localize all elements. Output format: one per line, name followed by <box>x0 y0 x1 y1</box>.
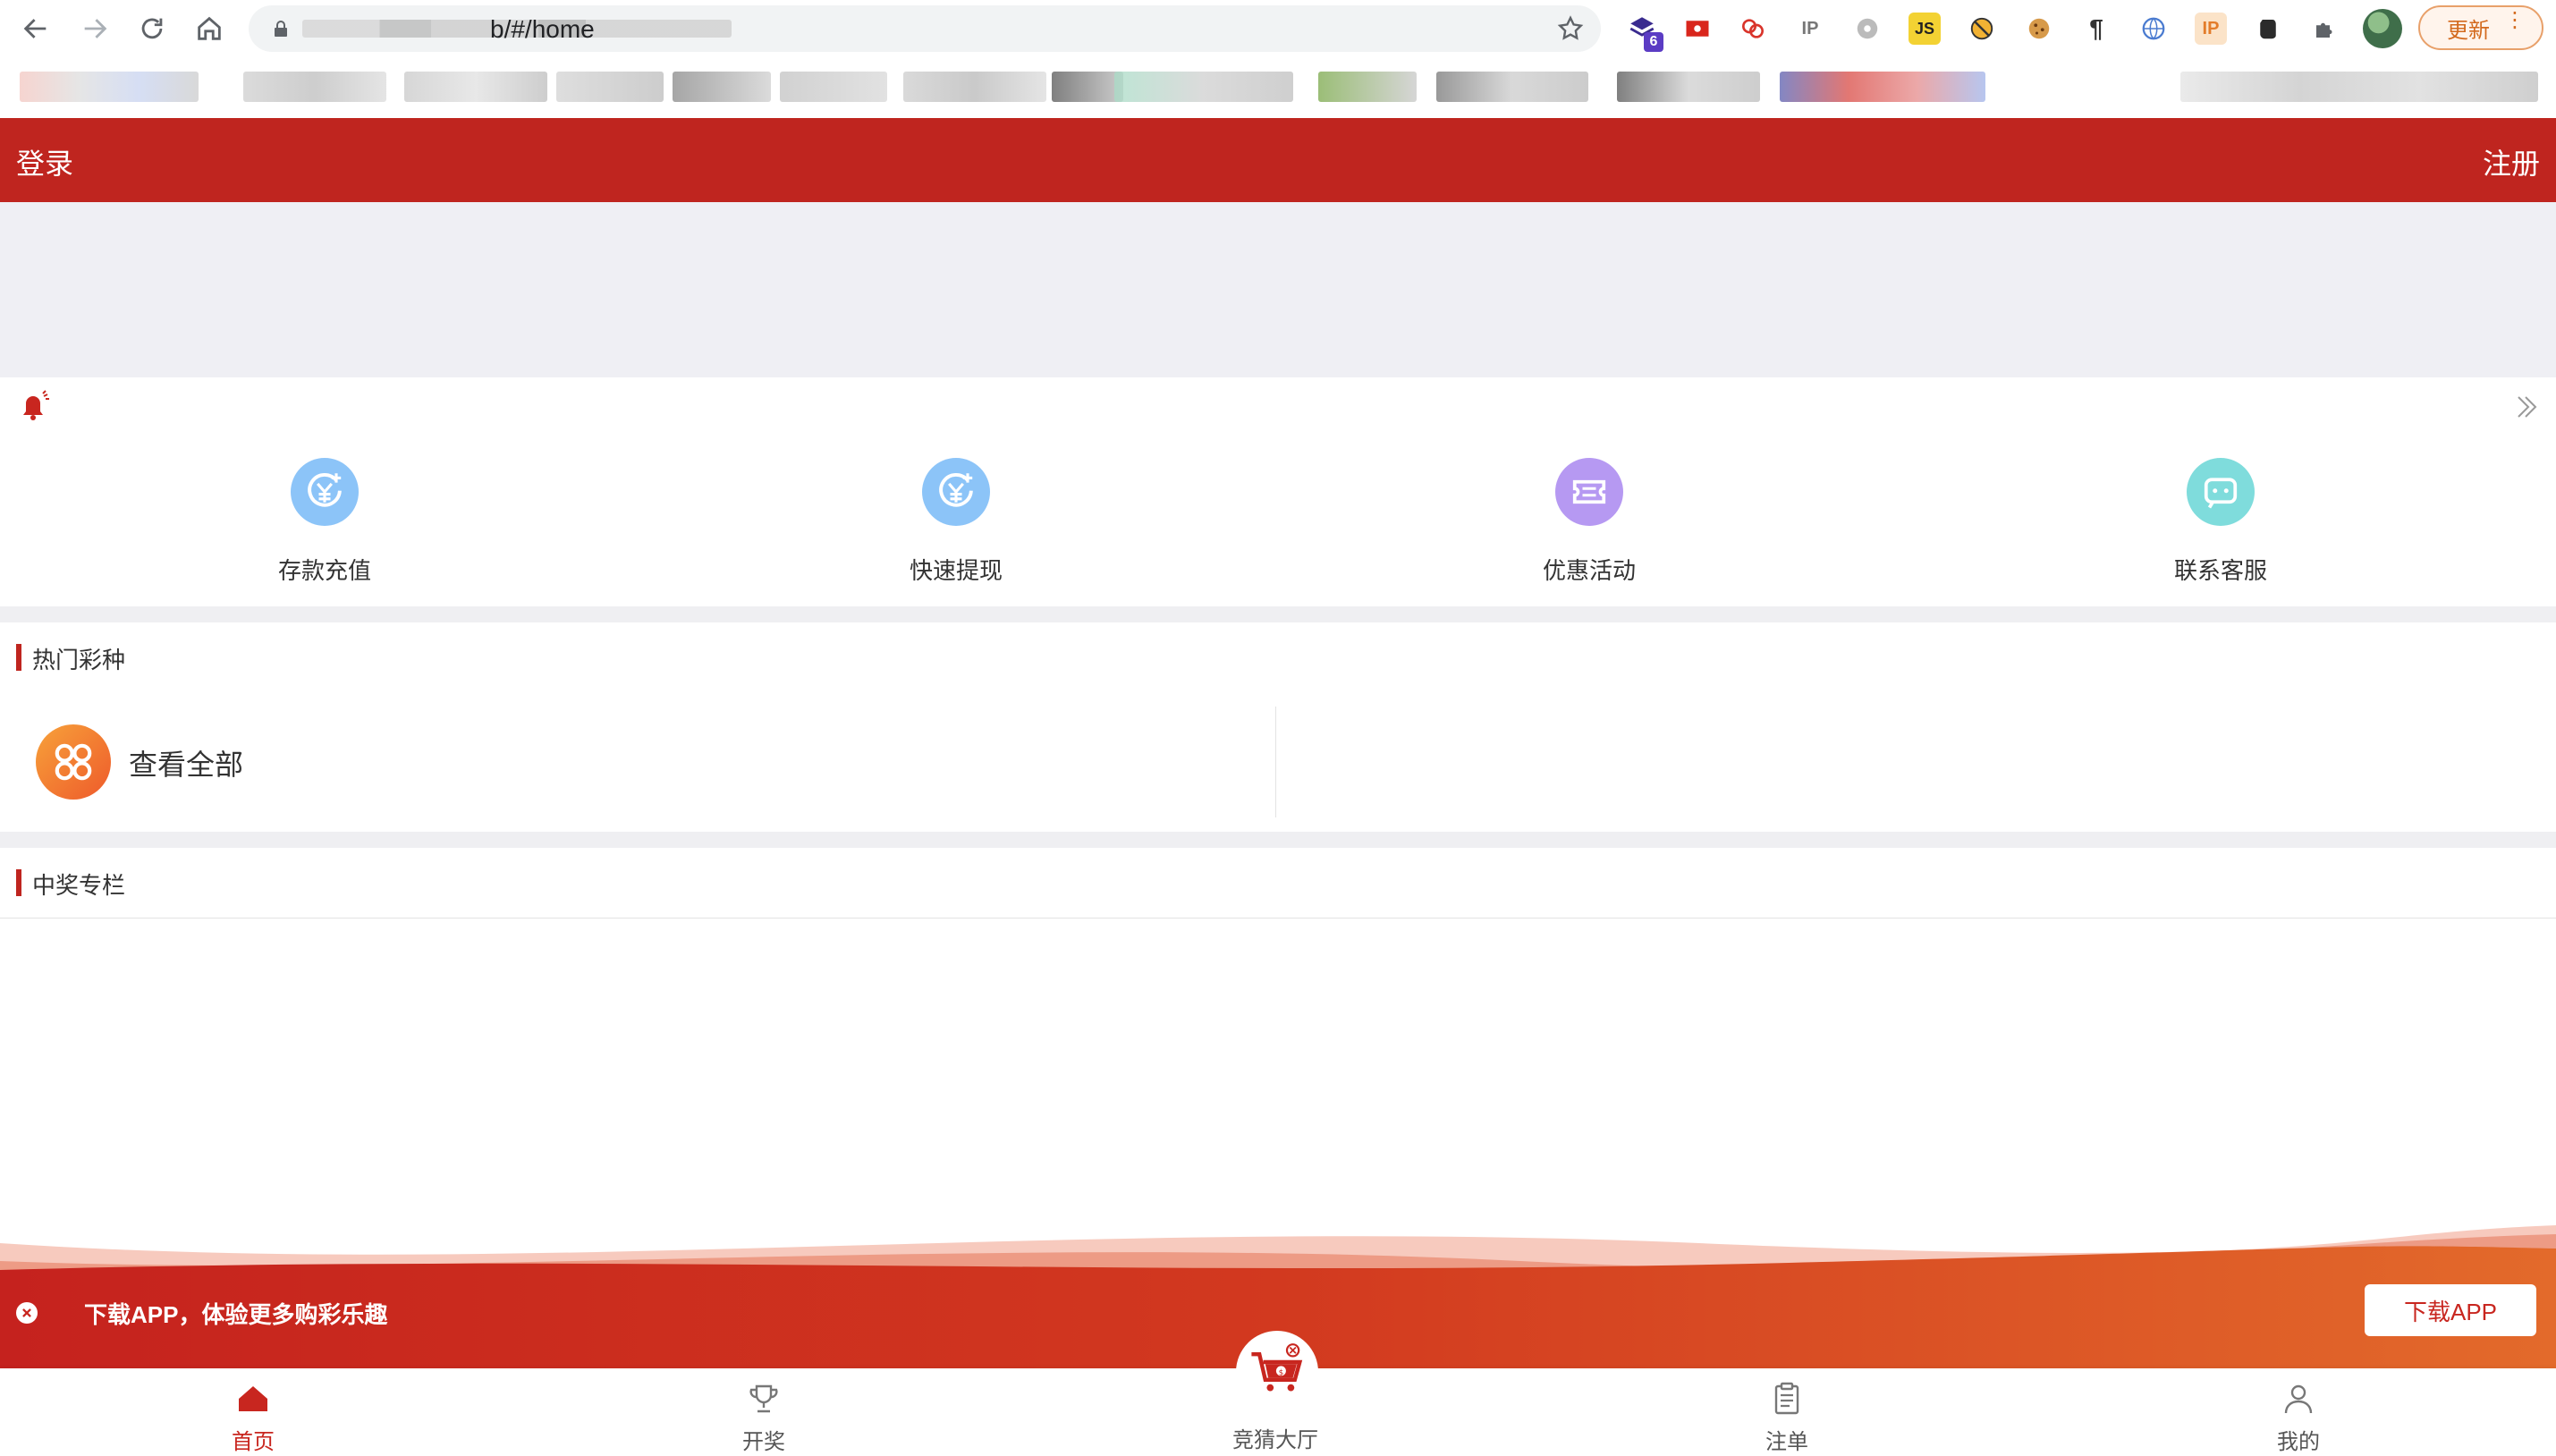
download-app-promo-text: 下载APP，体验更多购彩乐趣 <box>84 1301 388 1328</box>
section-divider <box>0 832 2556 848</box>
home-button[interactable] <box>188 7 231 50</box>
user-icon <box>2284 1384 2313 1414</box>
tab-label: 注单 <box>1765 1430 1808 1454</box>
winning-column-header: 中奖专栏 <box>0 848 2556 918</box>
gear-extension-icon[interactable] <box>1851 13 1883 45</box>
ip-lookup-extension-icon[interactable]: IP <box>1794 13 1826 45</box>
blurred-bookmark[interactable] <box>1780 72 1985 102</box>
svg-text:$: $ <box>1279 1368 1284 1377</box>
reload-icon <box>141 18 163 39</box>
home-outline-icon <box>198 16 221 40</box>
profile-avatar[interactable] <box>2363 9 2402 48</box>
hot-lottery-header: 热门彩种 <box>0 622 2556 693</box>
blurred-bookmark[interactable] <box>556 72 664 102</box>
hot-lottery-title: 热门彩种 <box>32 647 126 673</box>
quick-action-label: 联系客服 <box>2173 557 2267 584</box>
blurred-bookmark[interactable] <box>780 72 887 102</box>
blurred-bookmark[interactable] <box>243 72 386 102</box>
globe-extension-icon[interactable] <box>2137 13 2170 45</box>
yuan-refresh-icon <box>922 458 990 526</box>
puzzle-extension-icon[interactable] <box>2309 13 2341 45</box>
hot-lottery-grid: 查看全部 <box>0 692 2556 832</box>
login-link[interactable]: 登录 <box>16 141 73 182</box>
tab-my-account[interactable]: 我的 <box>2164 1368 2433 1456</box>
download-app-button[interactable]: 下载APP <box>2365 1284 2536 1336</box>
cookie-extension-icon[interactable] <box>2023 13 2055 45</box>
link-extension-icon[interactable] <box>1737 13 1769 45</box>
reload-button[interactable] <box>131 7 174 50</box>
paragraph-extension-icon[interactable]: ¶ <box>2080 13 2112 45</box>
section-divider <box>0 606 2556 622</box>
blurred-bookmark[interactable] <box>1052 72 1123 102</box>
grid-apps-icon <box>36 724 111 800</box>
view-all-tile[interactable]: 查看全部 <box>0 692 1275 832</box>
menu-dots-icon: ⋮ <box>2504 8 2526 32</box>
home-icon <box>239 1386 267 1411</box>
trophy-icon <box>749 1384 778 1413</box>
flag-extension-icon[interactable] <box>1681 13 1714 45</box>
blurred-bookmark[interactable] <box>1436 72 1588 102</box>
quick-action-label: 存款充值 <box>277 557 371 584</box>
forward-arrow-icon <box>84 19 107 38</box>
blurred-bookmark[interactable] <box>1114 72 1293 102</box>
tab-bet-orders[interactable]: 注单 <box>1653 1368 1921 1456</box>
grid-divider <box>1275 707 1276 817</box>
blurred-bookmark[interactable] <box>20 72 199 102</box>
blurred-bookmark[interactable] <box>2180 72 2538 102</box>
cart-icon: $ <box>1251 1343 1303 1392</box>
tab-label: 开奖 <box>742 1430 785 1454</box>
back-button[interactable] <box>14 7 57 50</box>
extension-badge: 6 <box>1644 32 1663 52</box>
close-icon[interactable] <box>16 1302 38 1324</box>
tab-home[interactable]: 首页 <box>119 1368 387 1456</box>
blurred-bookmark[interactable] <box>903 72 1046 102</box>
double-chevron-right-icon[interactable] <box>2513 394 2540 420</box>
blurred-bookmark[interactable] <box>673 72 771 102</box>
stack-extension-icon[interactable]: 6 <box>1626 13 1663 52</box>
bookmarks-bar <box>0 57 2556 119</box>
blurred-bookmark[interactable] <box>1617 72 1760 102</box>
tab-label: 竞猜大厅 <box>1232 1428 1318 1452</box>
tab-label: 我的 <box>2277 1430 2320 1454</box>
blurred-bookmark[interactable] <box>404 72 547 102</box>
update-button-label: 更新 <box>2447 18 2490 43</box>
quick-action-label: 优惠活动 <box>1542 557 1636 584</box>
bell-icon <box>23 390 49 420</box>
app-header: 登录 注册 <box>0 118 2556 202</box>
update-button[interactable]: 更新 ⋮ <box>2418 5 2543 50</box>
app-page: 登录 注册 存款充值 快速提现 优惠活动 联系客服 热门彩种 查看全部 中奖专栏… <box>0 118 2556 1456</box>
address-bar[interactable]: b/#/home <box>249 5 1601 52</box>
banner-carousel[interactable] <box>0 202 2556 377</box>
betting-hall-fab[interactable]: $ <box>1236 1331 1318 1413</box>
yuan-refresh-icon <box>291 458 359 526</box>
notice-bar[interactable] <box>0 377 2556 432</box>
blurred-bookmark[interactable] <box>1318 72 1417 102</box>
lock-icon <box>275 21 287 37</box>
tab-draw-results[interactable]: 开奖 <box>630 1368 898 1456</box>
quick-action-label: 快速提现 <box>909 557 1003 584</box>
title-accent-bar <box>16 869 21 896</box>
back-arrow-icon <box>23 19 47 38</box>
block-extension-icon[interactable] <box>1966 13 1998 45</box>
bookmark-star-icon[interactable] <box>1556 14 1585 43</box>
view-all-label: 查看全部 <box>129 749 244 781</box>
title-accent-bar <box>16 644 21 671</box>
chat-icon <box>2187 458 2255 526</box>
ip-extension-icon[interactable]: IP <box>2195 13 2227 45</box>
evernote-extension-icon[interactable] <box>2252 13 2284 45</box>
ticket-icon <box>1555 458 1623 526</box>
js-extension-icon[interactable]: JS <box>1909 13 1941 45</box>
tab-label: 首页 <box>232 1430 275 1454</box>
winning-column-title: 中奖专栏 <box>32 872 126 899</box>
forward-button[interactable] <box>73 7 116 50</box>
browser-toolbar: b/#/home 6 IP JS ¶ IP 更新 ⋮ <box>0 0 2556 57</box>
url-text: b/#/home <box>490 15 595 43</box>
clipboard-icon <box>1774 1382 1799 1415</box>
register-link[interactable]: 注册 <box>2483 141 2540 182</box>
